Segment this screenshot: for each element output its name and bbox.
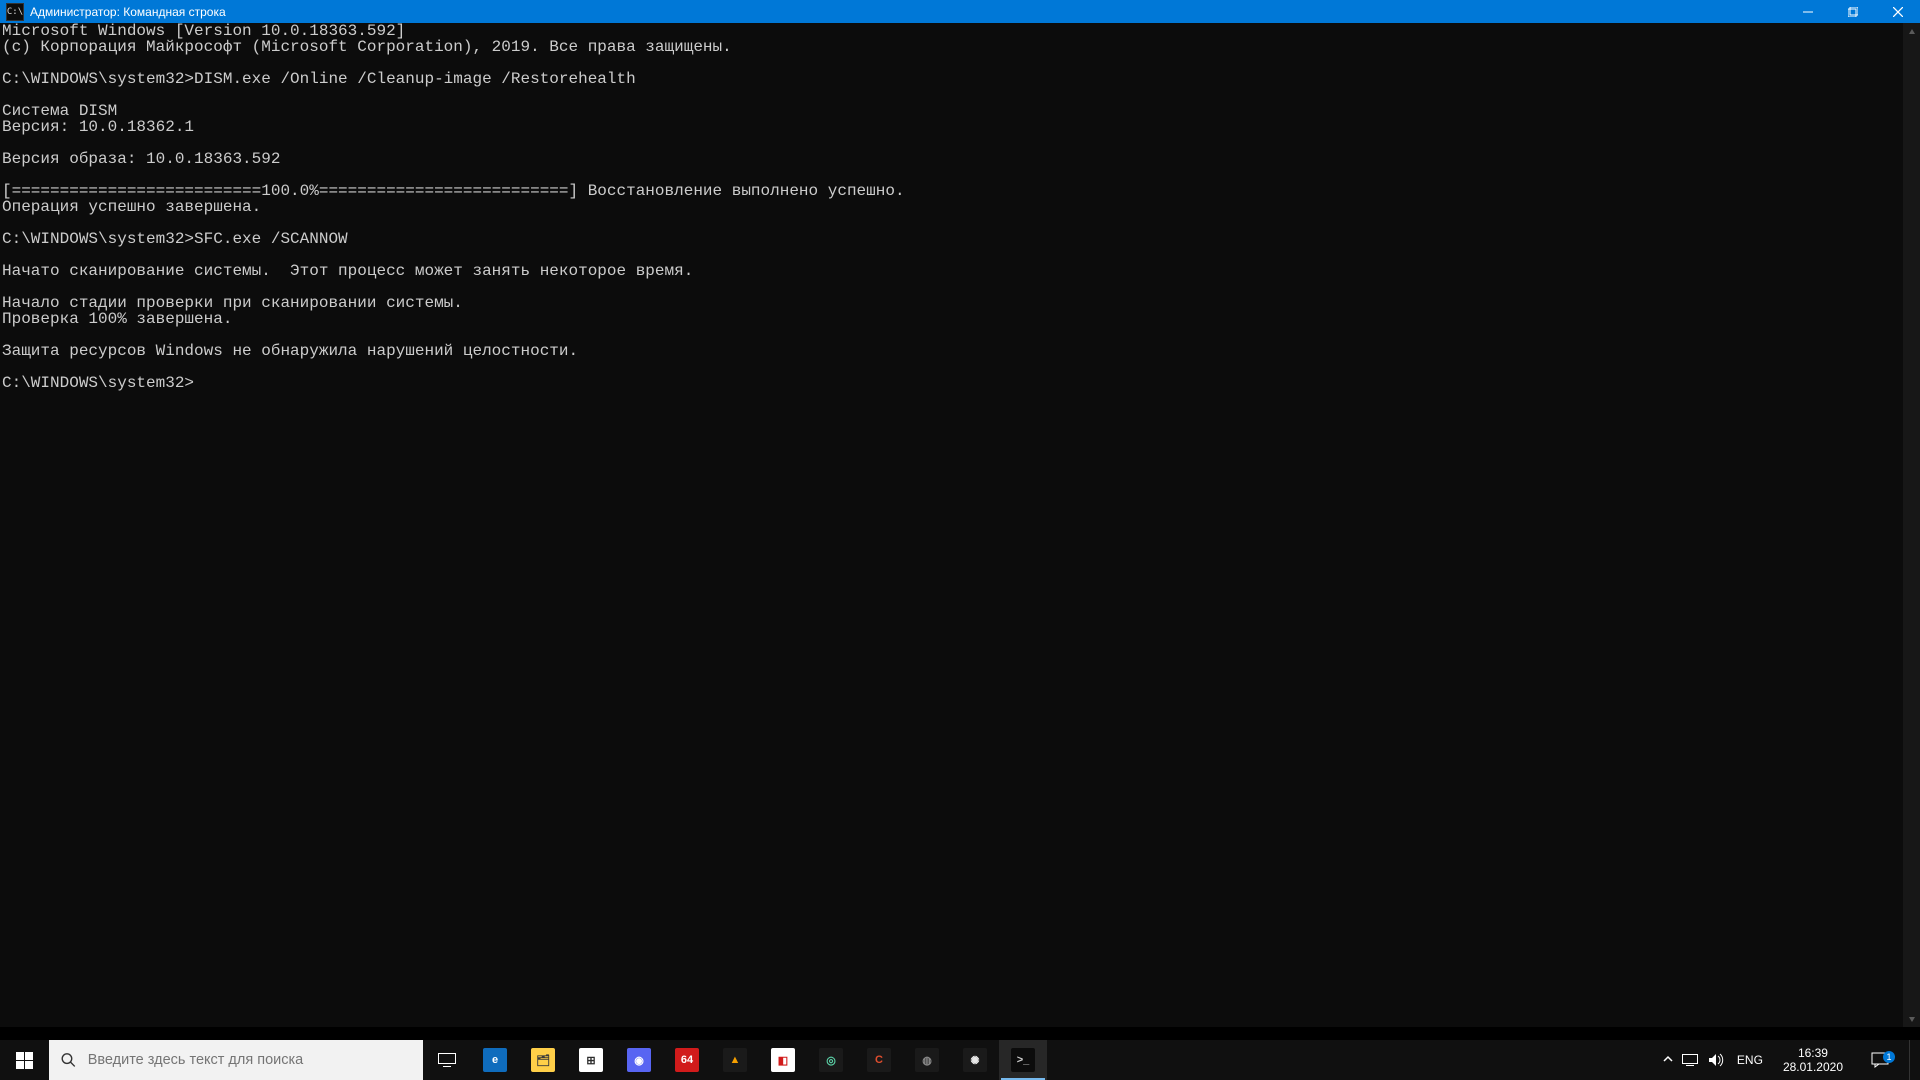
task-view-button[interactable] [423, 1040, 471, 1080]
taskbar-app-app-flag[interactable]: ◧ [759, 1040, 807, 1080]
action-center-button[interactable]: 1 [1859, 1051, 1901, 1069]
taskbar-app-store[interactable]: ⊞ [567, 1040, 615, 1080]
minimize-button[interactable] [1785, 0, 1830, 23]
language-indicator[interactable]: ENG [1733, 1053, 1767, 1067]
windows-logo-icon [16, 1052, 33, 1069]
close-button[interactable] [1875, 0, 1920, 23]
edge-icon: e [483, 1048, 507, 1072]
taskbar-app-aida64[interactable]: 64 [663, 1040, 711, 1080]
app-flag-icon: ◧ [771, 1048, 795, 1072]
app-orange-icon: ▲ [723, 1048, 747, 1072]
window-titlebar[interactable]: C:\ Администратор: Командная строка [0, 0, 1920, 23]
clock-time: 16:39 [1783, 1046, 1843, 1060]
search-input[interactable] [86, 1051, 411, 1069]
cmd-app-icon: C:\ [6, 3, 24, 21]
volume-tray-icon[interactable] [1707, 1052, 1725, 1068]
taskbar-apps: e 🗂 ⊞ ◉ 64 ▲ ◧ ◎ C ◍ ✺ >_ [471, 1040, 1047, 1080]
cmd-icon: >_ [1011, 1048, 1035, 1072]
show-desktop-button[interactable] [1909, 1040, 1916, 1080]
tray-overflow-button[interactable] [1663, 1053, 1673, 1067]
chevron-up-icon [1663, 1054, 1673, 1064]
explorer-icon: 🗂 [531, 1048, 555, 1072]
taskbar-app-explorer[interactable]: 🗂 [519, 1040, 567, 1080]
titlebar-title: Командная строка [123, 5, 225, 19]
keyboard-tray-icon[interactable] [1681, 1052, 1699, 1068]
taskbar-app-ccleaner[interactable]: C [855, 1040, 903, 1080]
taskbar-app-cmd[interactable]: >_ [999, 1040, 1047, 1080]
vertical-scrollbar[interactable] [1903, 23, 1920, 1027]
clock-date: 28.01.2020 [1783, 1060, 1843, 1074]
taskbar-app-app-gear[interactable]: ✺ [951, 1040, 999, 1080]
titlebar-prefix: Администратор: [30, 5, 120, 19]
app-gear-icon: ✺ [963, 1048, 987, 1072]
store-icon: ⊞ [579, 1048, 603, 1072]
notification-badge: 1 [1883, 1051, 1895, 1063]
taskbar-app-app-globe[interactable]: ◎ [807, 1040, 855, 1080]
maximize-button[interactable] [1830, 0, 1875, 23]
start-button[interactable] [0, 1040, 48, 1080]
discord-icon: ◉ [627, 1048, 651, 1072]
app-globe-icon: ◎ [819, 1048, 843, 1072]
ccleaner-icon: C [867, 1048, 891, 1072]
aida64-icon: 64 [675, 1048, 699, 1072]
taskbar-clock[interactable]: 16:39 28.01.2020 [1775, 1046, 1851, 1074]
scroll-up-arrow-icon[interactable] [1903, 23, 1920, 40]
taskbar-app-discord[interactable]: ◉ [615, 1040, 663, 1080]
task-view-icon [438, 1053, 456, 1067]
taskbar-app-edge[interactable]: e [471, 1040, 519, 1080]
scroll-down-arrow-icon[interactable] [1903, 1010, 1920, 1027]
terminal-output[interactable]: Microsoft Windows [Version 10.0.18363.59… [0, 23, 1920, 391]
scroll-track[interactable] [1903, 40, 1920, 1010]
taskbar-app-obs[interactable]: ◍ [903, 1040, 951, 1080]
taskbar-app-app-orange[interactable]: ▲ [711, 1040, 759, 1080]
taskbar-search[interactable] [48, 1040, 423, 1080]
terminal-area[interactable]: Microsoft Windows [Version 10.0.18363.59… [0, 23, 1920, 1027]
taskbar: e 🗂 ⊞ ◉ 64 ▲ ◧ ◎ C ◍ ✺ >_ ENG 16:39 28.01.2020 [0, 1040, 1920, 1080]
obs-icon: ◍ [915, 1048, 939, 1072]
system-tray: ENG 16:39 28.01.2020 1 [1663, 1040, 1920, 1080]
search-icon [61, 1052, 76, 1068]
